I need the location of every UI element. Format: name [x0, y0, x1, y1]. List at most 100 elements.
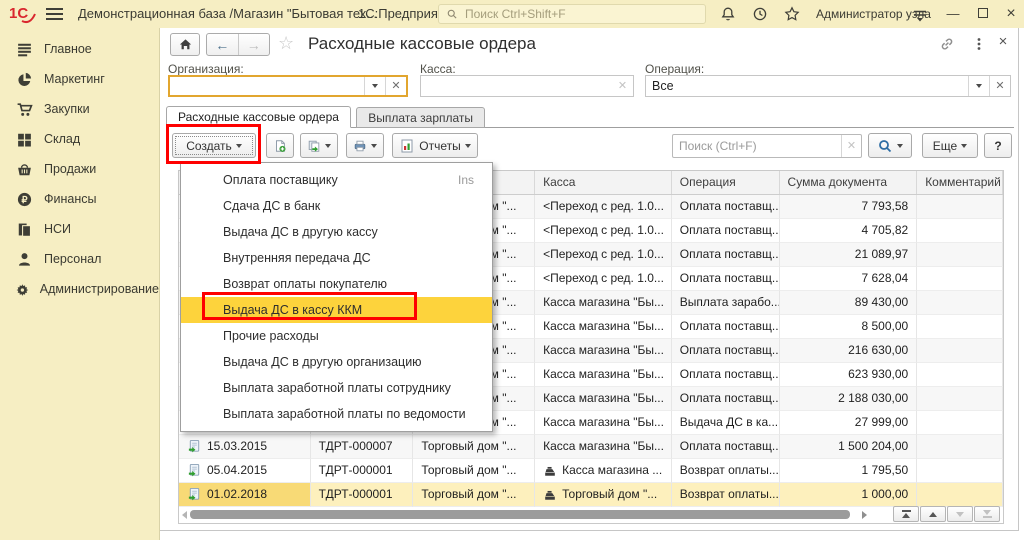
more-menu-kebab-icon[interactable]: [970, 36, 988, 52]
go-first-row-button[interactable]: [893, 506, 919, 522]
org-clear-button[interactable]: ✕: [385, 77, 406, 95]
table-cell[interactable]: 27 999,00: [780, 411, 918, 435]
table-cell[interactable]: [917, 339, 1003, 363]
go-previous-page-button[interactable]: [920, 506, 946, 522]
menu-item[interactable]: Выдача ДС в кассу ККМ: [181, 297, 492, 323]
operation-dropdown-button[interactable]: [968, 76, 989, 96]
column-header[interactable]: Операция: [672, 171, 780, 194]
column-header[interactable]: Сумма документа: [780, 171, 918, 194]
table-cell[interactable]: 623 930,00: [780, 363, 918, 387]
menu-item[interactable]: Прочие расходы: [181, 323, 492, 349]
operation-filter-input[interactable]: [646, 79, 968, 93]
org-dropdown-button[interactable]: [364, 77, 385, 95]
table-cell[interactable]: 89 430,00: [780, 291, 918, 315]
table-cell[interactable]: Касса магазина ...: [535, 459, 672, 483]
table-row[interactable]: 15.03.2015ТДРТ-000007Торговый дом "...Ка…: [179, 435, 1003, 459]
home-button[interactable]: [170, 33, 200, 56]
table-cell[interactable]: 4 705,82: [780, 219, 918, 243]
tab-cash-orders[interactable]: Расходные кассовые ордера: [166, 106, 351, 128]
hscroll-left-arrow[interactable]: [182, 511, 187, 519]
table-cell[interactable]: [917, 291, 1003, 315]
table-cell[interactable]: Возврат оплаты...: [672, 459, 780, 483]
table-cell[interactable]: [917, 243, 1003, 267]
menu-item[interactable]: Оплата поставщикуIns: [181, 167, 492, 193]
sidebar-item-нси[interactable]: НСИ: [0, 214, 159, 244]
table-cell[interactable]: 7 793,58: [780, 195, 918, 219]
table-cell[interactable]: 05.04.2015: [179, 459, 311, 483]
table-cell[interactable]: ТДРТ-000001: [311, 483, 414, 507]
table-cell[interactable]: Оплата поставщ...: [672, 267, 780, 291]
table-cell[interactable]: 8 500,00: [780, 315, 918, 339]
table-cell[interactable]: Выплата зарабо...: [672, 291, 780, 315]
column-header[interactable]: Комментарий: [917, 171, 1003, 194]
table-cell[interactable]: [917, 195, 1003, 219]
table-cell[interactable]: <Переход с ред. 1.0...: [535, 267, 672, 291]
table-cell[interactable]: Выдача ДС в ка...: [672, 411, 780, 435]
table-cell[interactable]: 7 628,04: [780, 267, 918, 291]
menu-item[interactable]: Сдача ДС в банк: [181, 193, 492, 219]
menu-item[interactable]: Возврат оплаты покупателю: [181, 271, 492, 297]
table-cell[interactable]: Касса магазина "Бы...: [535, 339, 672, 363]
table-cell[interactable]: 15.03.2015: [179, 435, 311, 459]
menu-item[interactable]: Выдача ДС в другую организацию: [181, 349, 492, 375]
table-cell[interactable]: 216 630,00: [780, 339, 918, 363]
list-search-clear-button[interactable]: ✕: [841, 135, 861, 157]
sidebar-item-закупки[interactable]: Закупки: [0, 94, 159, 124]
service-menu-icon[interactable]: [912, 7, 928, 23]
table-cell[interactable]: [917, 387, 1003, 411]
table-cell[interactable]: Касса магазина "Бы...: [535, 435, 672, 459]
table-cell[interactable]: Оплата поставщ...: [672, 195, 780, 219]
list-search-field[interactable]: ✕: [672, 134, 862, 158]
table-cell[interactable]: 1 795,50: [780, 459, 918, 483]
table-cell[interactable]: <Переход с ред. 1.0...: [535, 195, 672, 219]
horizontal-scrollbar-thumb[interactable]: [190, 510, 850, 519]
get-link-icon[interactable]: [938, 36, 956, 52]
table-cell[interactable]: [917, 363, 1003, 387]
table-cell[interactable]: Оплата поставщ...: [672, 363, 780, 387]
tab-salary-payment[interactable]: Выплата зарплаты: [356, 107, 485, 128]
table-cell[interactable]: 01.02.2018: [179, 483, 311, 507]
global-search-box[interactable]: [438, 4, 706, 24]
table-cell[interactable]: Оплата поставщ...: [672, 243, 780, 267]
list-search-input[interactable]: [673, 139, 841, 153]
table-cell[interactable]: Касса магазина "Бы...: [535, 387, 672, 411]
table-cell[interactable]: [917, 315, 1003, 339]
table-cell[interactable]: [917, 219, 1003, 243]
create-button[interactable]: Создать: [172, 133, 256, 158]
close-app-button[interactable]: ×: [1000, 0, 1022, 28]
sidebar-item-финансы[interactable]: ₽Финансы: [0, 184, 159, 214]
menu-item[interactable]: Выдача ДС в другую кассу: [181, 219, 492, 245]
more-actions-button[interactable]: Еще: [922, 133, 978, 158]
reports-button[interactable]: Отчеты: [392, 133, 478, 158]
table-cell[interactable]: Оплата поставщ...: [672, 387, 780, 411]
table-cell[interactable]: Касса магазина "Бы...: [535, 411, 672, 435]
back-button[interactable]: ←: [207, 34, 239, 55]
add-favorite-star-icon[interactable]: ☆: [278, 32, 294, 54]
table-cell[interactable]: Оплата поставщ...: [672, 435, 780, 459]
favorites-star-icon[interactable]: [784, 6, 800, 22]
table-cell[interactable]: Торговый дом "...: [413, 435, 535, 459]
global-search-input[interactable]: [463, 6, 667, 22]
sidebar-item-маркетинг[interactable]: Маркетинг: [0, 64, 159, 94]
table-cell[interactable]: 21 089,97: [780, 243, 918, 267]
go-last-row-button[interactable]: [974, 506, 1000, 522]
table-cell[interactable]: ТДРТ-000007: [311, 435, 414, 459]
forward-button[interactable]: →: [239, 34, 270, 55]
copy-new-document-button[interactable]: [266, 133, 294, 158]
go-next-page-button[interactable]: [947, 506, 973, 522]
operation-filter-field[interactable]: ✕: [645, 75, 1011, 97]
menu-item[interactable]: Выплата заработной платы сотруднику: [181, 375, 492, 401]
main-hamburger-icon[interactable]: [46, 8, 63, 20]
sidebar-item-персонал[interactable]: Персонал: [0, 244, 159, 274]
org-filter-input[interactable]: [170, 79, 364, 93]
table-cell[interactable]: [917, 435, 1003, 459]
sidebar-item-администрирование[interactable]: Администрирование: [0, 274, 159, 304]
sidebar-item-продажи[interactable]: Продажи: [0, 154, 159, 184]
table-cell[interactable]: [917, 267, 1003, 291]
hscroll-right-arrow[interactable]: [862, 511, 867, 519]
help-button[interactable]: ?: [984, 133, 1012, 158]
notifications-bell-icon[interactable]: [720, 6, 736, 22]
table-cell[interactable]: Оплата поставщ...: [672, 219, 780, 243]
table-cell[interactable]: Возврат оплаты...: [672, 483, 780, 507]
table-cell[interactable]: [917, 459, 1003, 483]
